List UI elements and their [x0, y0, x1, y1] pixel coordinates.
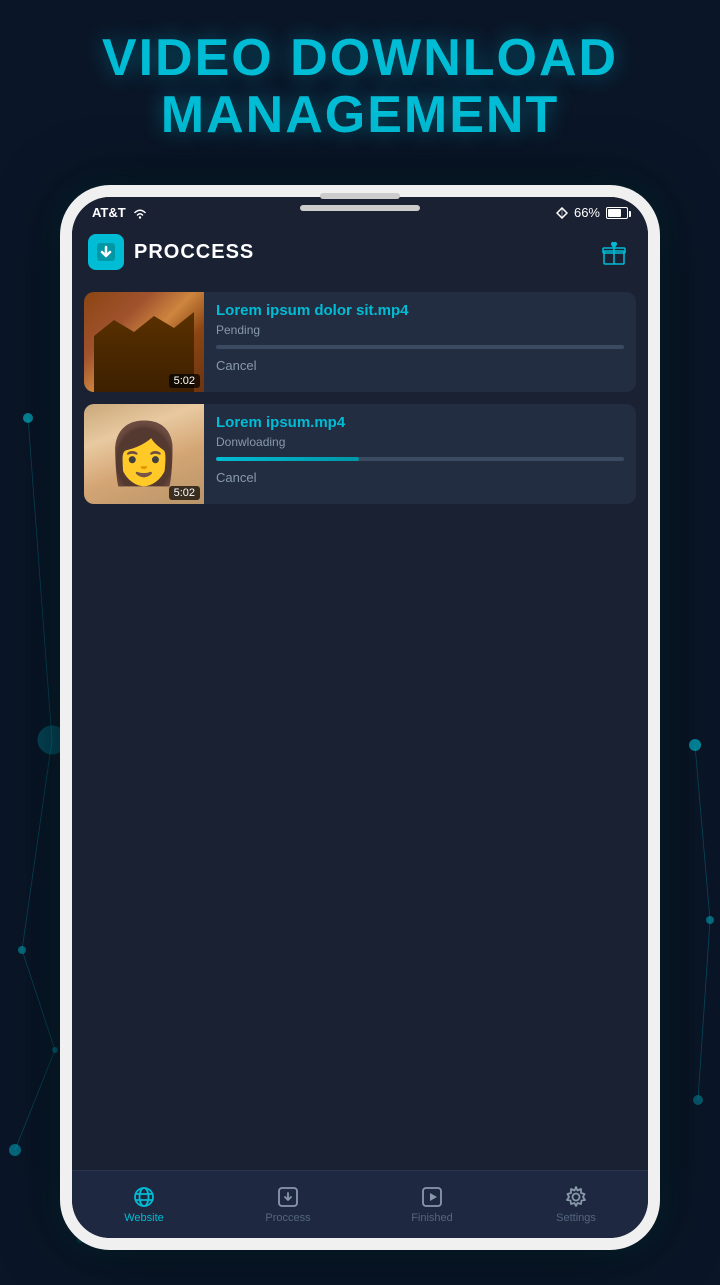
- status-right: 66%: [556, 205, 628, 220]
- phone-pill: [320, 193, 400, 199]
- item-info-1: Lorem ipsum dolor sit.mp4 Pending Cancel: [204, 292, 636, 385]
- filename-2: Lorem ipsum.mp4: [216, 414, 624, 431]
- nav-label-settings: Settings: [556, 1212, 596, 1224]
- status-carrier: AT&T: [92, 205, 148, 220]
- page-title: VIDEO DOWNLOAD MANAGEMENT: [0, 30, 720, 144]
- phone-screen: AT&T 66%: [72, 197, 648, 1238]
- thumbnail-2: 5:02: [84, 404, 204, 504]
- app-title: PROCCESS: [134, 241, 254, 264]
- thumbnail-1: 5:02: [84, 292, 204, 392]
- finished-play-icon: [420, 1185, 444, 1209]
- progress-bar-1: [216, 345, 624, 349]
- progress-bar-2: [216, 457, 624, 461]
- phone-speaker: [300, 205, 420, 211]
- gift-button[interactable]: [596, 234, 632, 270]
- duration-1: 5:02: [169, 374, 200, 388]
- nav-item-website[interactable]: Website: [72, 1171, 216, 1238]
- app-icon: [88, 234, 124, 270]
- nav-label-proccess: Proccess: [265, 1212, 310, 1224]
- gift-icon: [600, 238, 628, 266]
- app-header: PROCCESS: [72, 224, 648, 280]
- download-arrow-icon: [95, 241, 117, 263]
- cancel-button-1[interactable]: Cancel: [216, 358, 256, 373]
- nav-item-proccess[interactable]: Proccess: [216, 1171, 360, 1238]
- globe-icon: [132, 1185, 156, 1209]
- gear-icon: [564, 1185, 588, 1209]
- bottom-nav: Website Proccess Finis: [72, 1170, 648, 1238]
- location-icon: [556, 207, 568, 219]
- header-left: PROCCESS: [88, 234, 254, 270]
- nav-item-settings[interactable]: Settings: [504, 1171, 648, 1238]
- phone-frame: AT&T 66%: [60, 185, 660, 1250]
- page-title-section: VIDEO DOWNLOAD MANAGEMENT: [0, 30, 720, 144]
- download-item: 5:02 Lorem ipsum dolor sit.mp4 Pending C…: [84, 292, 636, 392]
- download-list: 5:02 Lorem ipsum dolor sit.mp4 Pending C…: [72, 280, 648, 1170]
- cancel-button-2[interactable]: Cancel: [216, 470, 256, 485]
- battery-icon: [606, 207, 628, 219]
- filename-1: Lorem ipsum dolor sit.mp4: [216, 302, 624, 319]
- status-2: Donwloading: [216, 435, 624, 449]
- item-info-2: Lorem ipsum.mp4 Donwloading Cancel: [204, 404, 636, 497]
- nav-item-finished[interactable]: Finished: [360, 1171, 504, 1238]
- proccess-download-icon: [276, 1185, 300, 1209]
- wifi-icon: [132, 207, 148, 219]
- download-item-2: 5:02 Lorem ipsum.mp4 Donwloading Cancel: [84, 404, 636, 504]
- status-1: Pending: [216, 323, 624, 337]
- duration-2: 5:02: [169, 486, 200, 500]
- progress-fill-2: [216, 457, 359, 461]
- nav-label-finished: Finished: [411, 1212, 453, 1224]
- nav-label-website: Website: [124, 1212, 164, 1224]
